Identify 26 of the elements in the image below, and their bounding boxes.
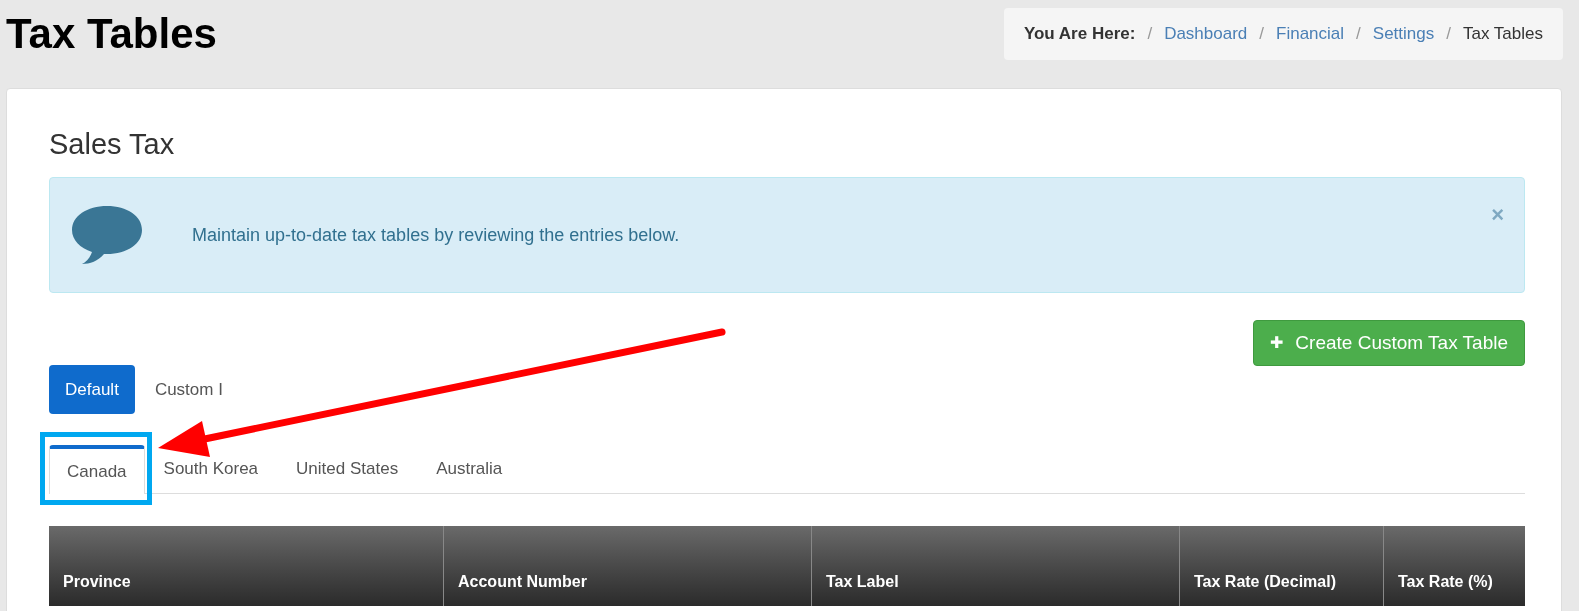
table-tab[interactable]: Custom I [138, 365, 239, 414]
section-title: Sales Tax [49, 127, 176, 162]
button-label: Create Custom Tax Table [1295, 330, 1508, 355]
country-tab[interactable]: South Korea [144, 444, 278, 493]
breadcrumb-separator: / [1446, 23, 1451, 46]
column-header[interactable]: Tax Rate (%) [1384, 526, 1525, 606]
breadcrumb-current: Tax Tables [1463, 23, 1543, 46]
plus-icon: ✚ [1270, 331, 1284, 355]
column-header[interactable]: Tax Label [812, 526, 1180, 606]
alert-message: Maintain up-to-date tax tables by reviewing the entries below. [192, 223, 680, 247]
breadcrumb-link[interactable]: Settings [1372, 21, 1435, 47]
country-tab[interactable]: Australia [417, 444, 522, 493]
breadcrumb-link[interactable]: Financial [1276, 21, 1345, 47]
country-tab[interactable]: Canada [49, 445, 145, 494]
speech-bubble-icon [70, 204, 144, 266]
column-header[interactable]: Account Number [444, 526, 812, 606]
breadcrumb-label: You Are Here: [1023, 23, 1136, 46]
country-tab[interactable]: United States [277, 444, 418, 493]
breadcrumb-separator: / [1259, 23, 1265, 46]
table-tab[interactable]: Default [49, 365, 135, 414]
page-title: Tax Tables [6, 9, 217, 59]
breadcrumb-link[interactable]: Dashboard [1164, 21, 1248, 47]
column-header[interactable]: Tax Rate (Decimal) [1180, 526, 1384, 606]
breadcrumb-separator: / [1356, 23, 1361, 46]
breadcrumb-separator: / [1147, 23, 1153, 46]
column-header[interactable]: Province [49, 526, 444, 606]
